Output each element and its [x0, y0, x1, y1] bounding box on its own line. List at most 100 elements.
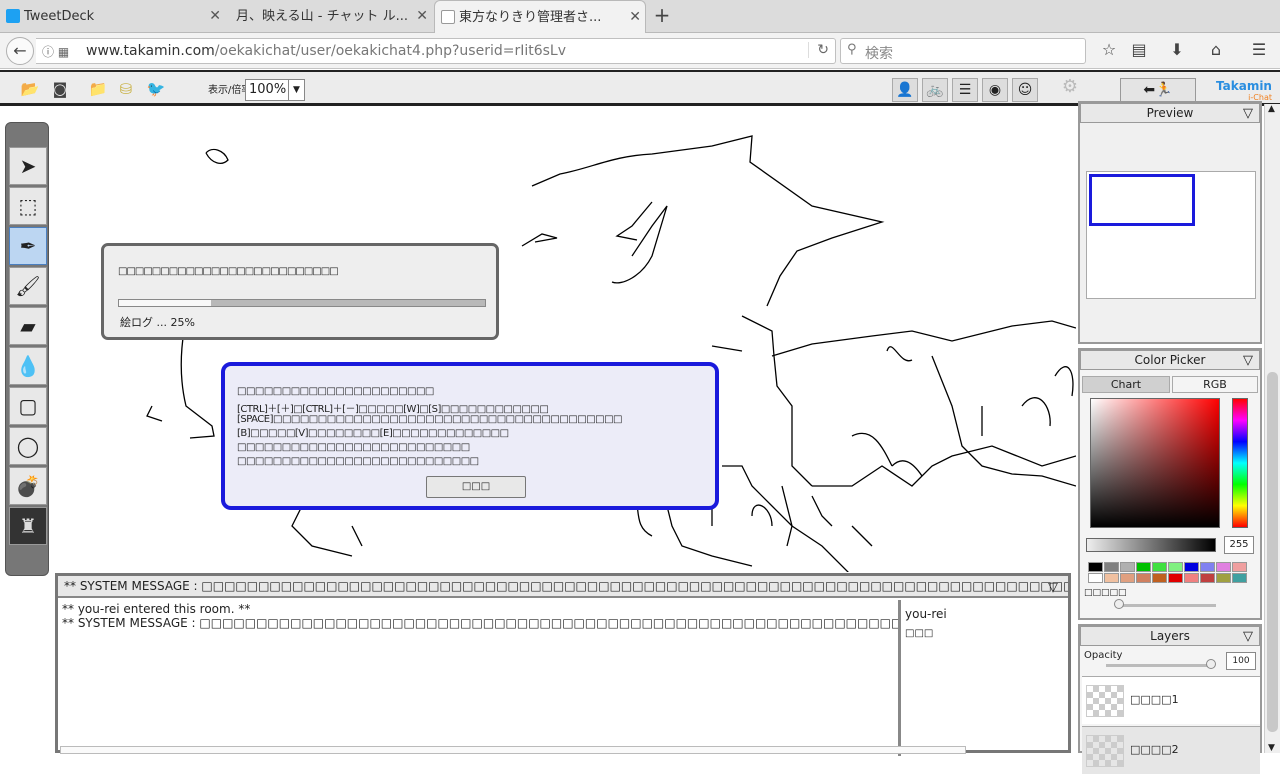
- tab-chart[interactable]: Chart: [1082, 376, 1170, 393]
- user-name[interactable]: you-rei: [905, 604, 1064, 624]
- page-scrollbar[interactable]: ▲ ▼: [1264, 104, 1280, 753]
- preview-viewport-frame[interactable]: [1089, 174, 1195, 226]
- layer-name: □□□□2: [1130, 743, 1179, 756]
- saturation-value-square[interactable]: [1090, 398, 1220, 528]
- color-swatch[interactable]: [1232, 562, 1247, 572]
- back-button[interactable]: ←: [6, 37, 34, 65]
- color-swatch[interactable]: [1152, 573, 1167, 583]
- scroll-up-icon[interactable]: ▲: [1268, 104, 1275, 114]
- tab-chat-room[interactable]: 月、映える山 - チャット ル... ✕: [226, 0, 432, 33]
- database-icon[interactable]: ⛁: [116, 80, 136, 98]
- rectangle-tool[interactable]: ▢: [9, 387, 47, 425]
- hue-bar[interactable]: [1232, 398, 1248, 528]
- layers-icon[interactable]: ☰: [952, 78, 978, 102]
- collapse-triangle-icon[interactable]: ▽: [1048, 578, 1058, 596]
- collapse-triangle-icon[interactable]: ▽: [1243, 352, 1253, 370]
- color-swatch[interactable]: [1184, 573, 1199, 583]
- opacity-value[interactable]: 100: [1226, 652, 1256, 670]
- color-swatch[interactable]: [1232, 573, 1247, 583]
- eyedropper-tool[interactable]: 💧: [9, 347, 47, 385]
- color-swatch[interactable]: [1216, 573, 1231, 583]
- color-swatch[interactable]: [1120, 573, 1135, 583]
- download-icon[interactable]: ⬇: [1166, 40, 1188, 59]
- layer-item[interactable]: □□□□2: [1082, 726, 1260, 774]
- alpha-slider[interactable]: [1086, 538, 1216, 552]
- select-arrow-tool[interactable]: ➤: [9, 147, 47, 185]
- layers-panel: Layers ▽ Opacity 100 □□□□1 □□□□2: [1078, 624, 1262, 774]
- color-swatch[interactable]: [1216, 562, 1231, 572]
- help-close-button[interactable]: □□□: [426, 476, 526, 498]
- menu-icon[interactable]: ☰: [1248, 40, 1270, 59]
- reading-list-icon[interactable]: ▤: [1128, 40, 1150, 59]
- browser-tab-bar: TweetDeck ✕ 月、映える山 - チャット ル... ✕ 東方なりきり管…: [0, 0, 1280, 33]
- slider-knob[interactable]: [1114, 599, 1124, 609]
- search-icon: ⚲: [847, 42, 857, 57]
- gear-icon[interactable]: ⚙: [1060, 78, 1080, 96]
- slider-knob[interactable]: [1206, 659, 1216, 669]
- zoom-select[interactable]: 100% ▼: [245, 79, 305, 101]
- user-name[interactable]: □□□: [905, 624, 1064, 644]
- marquee-select-tool[interactable]: ⬚: [9, 187, 47, 225]
- folder-icon[interactable]: 📁: [88, 80, 108, 98]
- scrollbar-thumb[interactable]: [1267, 372, 1278, 732]
- brush-size-slider[interactable]: [1116, 604, 1216, 607]
- color-swatch[interactable]: [1168, 562, 1183, 572]
- collapse-triangle-icon[interactable]: ▽: [1243, 628, 1253, 646]
- user-icon[interactable]: 👤: [892, 78, 918, 102]
- tab-tweetdeck[interactable]: TweetDeck ✕: [0, 0, 225, 33]
- collapse-triangle-icon[interactable]: ▽: [1243, 105, 1253, 123]
- tab-rgb[interactable]: RGB: [1172, 376, 1258, 393]
- color-swatch[interactable]: [1136, 573, 1151, 583]
- drawing-canvas[interactable]: □□□□□□□□□□□□□□□□□□□□□□□□□□ 絵ログ ... 25% □…: [52, 106, 1076, 572]
- opacity-slider[interactable]: [1106, 664, 1214, 667]
- scroll-down-icon[interactable]: ▼: [1268, 743, 1275, 753]
- alpha-value[interactable]: 255: [1224, 536, 1254, 554]
- preview-thumbnail[interactable]: [1086, 171, 1256, 299]
- color-wheel-icon[interactable]: ◉: [982, 78, 1008, 102]
- color-swatch[interactable]: [1104, 562, 1119, 572]
- url-bar[interactable]: ⓘ ▦ www.takamin.com/oekakichat/user/oeka…: [36, 38, 836, 64]
- layer-item[interactable]: □□□□1: [1082, 676, 1260, 724]
- bicycle-icon[interactable]: 🚲: [922, 78, 948, 102]
- color-picker-header: Color Picker ▽: [1080, 350, 1260, 370]
- layers-header: Layers ▽: [1080, 626, 1260, 646]
- url-text: www.takamin.com/oekakichat/user/oekakich…: [86, 43, 567, 59]
- chat-panel: ** SYSTEM MESSAGE : □□□□□□□□□□□□□□□□□□□□…: [55, 573, 1071, 756]
- home-icon[interactable]: ⌂: [1205, 40, 1227, 59]
- new-tab-button[interactable]: +: [652, 3, 672, 27]
- bomb-clear-tool[interactable]: 💣: [9, 467, 47, 505]
- color-swatch[interactable]: [1200, 562, 1215, 572]
- chat-log: ** you-rei entered this room. ** ** SYST…: [62, 602, 898, 752]
- progress-bar-fill: [119, 300, 211, 306]
- eraser-tool[interactable]: ▰: [9, 307, 47, 345]
- color-swatch[interactable]: [1136, 562, 1151, 572]
- close-icon[interactable]: ✕: [629, 1, 641, 33]
- color-swatch[interactable]: [1152, 562, 1167, 572]
- color-swatch[interactable]: [1088, 573, 1103, 583]
- info-icon[interactable]: ⓘ ▦: [42, 43, 69, 60]
- tab-active-page[interactable]: 東方なりきり管理者さ... ✕: [434, 0, 646, 33]
- pen-brush-tool[interactable]: ✒: [9, 227, 47, 265]
- stamp-tool[interactable]: ♜: [9, 507, 47, 545]
- open-folder-icon[interactable]: 📂: [20, 80, 40, 98]
- bookmark-star-icon[interactable]: ☆: [1098, 40, 1120, 59]
- color-swatch[interactable]: [1168, 573, 1183, 583]
- color-swatch[interactable]: [1088, 562, 1103, 572]
- exit-room-button[interactable]: ⬅🏃: [1120, 78, 1196, 102]
- color-swatch[interactable]: [1200, 573, 1215, 583]
- camera-icon[interactable]: ◙: [50, 80, 70, 98]
- blur-brush-tool[interactable]: 🖌: [9, 267, 47, 305]
- smiley-icon[interactable]: ☺: [1012, 78, 1038, 102]
- search-input[interactable]: ⚲ 検索: [840, 38, 1086, 64]
- close-icon[interactable]: ✕: [416, 0, 428, 33]
- color-swatch[interactable]: [1120, 562, 1135, 572]
- search-placeholder: 検索: [865, 46, 893, 62]
- reload-icon[interactable]: ↻: [808, 42, 829, 58]
- twitter-icon[interactable]: 🐦: [146, 80, 166, 98]
- close-icon[interactable]: ✕: [209, 0, 221, 33]
- color-swatch[interactable]: [1104, 573, 1119, 583]
- color-swatch[interactable]: [1184, 562, 1199, 572]
- preview-title: Preview: [1146, 106, 1194, 120]
- ellipse-tool[interactable]: ◯: [9, 427, 47, 465]
- help-line: [B]□□□□□[V]□□□□□□□□[E]□□□□□□□□□□□□□: [237, 428, 509, 439]
